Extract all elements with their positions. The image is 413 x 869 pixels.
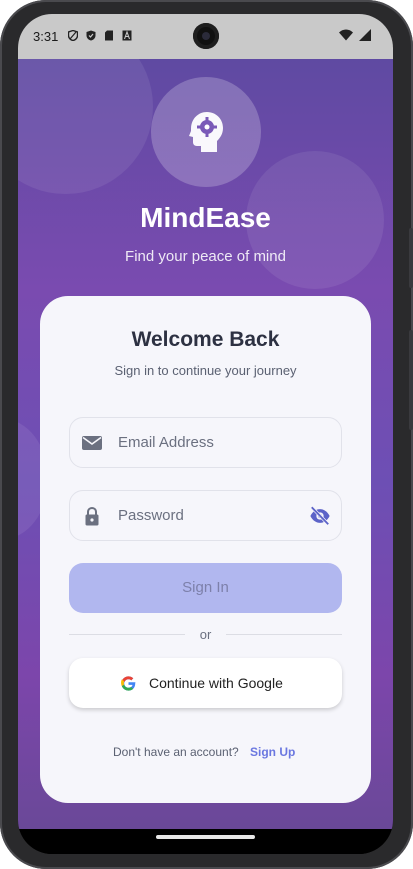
wifi-icon [339,29,353,41]
lock-icon [85,506,99,526]
screen: 3:31 MindEase Find your peace of mind We… [18,14,393,854]
signal-icon [359,29,371,41]
head-gear-icon [189,112,223,152]
navigation-bar [18,829,393,854]
shield-check-icon [86,30,96,41]
email-input[interactable] [118,434,298,451]
status-time: 3:31 [33,29,59,44]
login-card: Welcome Back Sign in to continue your jo… [40,296,371,803]
password-input[interactable] [118,507,298,524]
signup-prompt: Don't have an account? [113,745,239,759]
app-title: MindEase [140,202,271,233]
card-subtitle: Sign in to continue your journey [114,363,297,378]
status-system-icons [339,29,371,41]
volume-button [409,228,413,288]
front-camera [193,23,219,49]
password-field[interactable] [69,490,342,541]
google-sign-in-button[interactable]: Continue with Google [69,658,342,708]
shield-icon [68,30,78,41]
phone-frame: 3:31 MindEase Find your peace of mind We… [0,0,413,869]
home-gesture-handle[interactable] [156,835,255,839]
google-button-label: Continue with Google [149,675,283,691]
sign-up-link[interactable]: Sign Up [250,745,295,759]
sign-in-button[interactable]: Sign In [69,563,342,613]
eye-off-icon[interactable] [309,505,331,527]
font-icon [122,30,132,41]
google-icon [121,676,136,691]
app-logo [151,77,261,187]
status-notification-icons [68,30,132,41]
sd-card-icon [105,30,113,41]
card-title: Welcome Back [131,328,280,351]
status-bar: 3:31 [18,14,393,59]
email-field[interactable] [69,417,342,468]
mail-icon [82,436,102,450]
power-button [409,330,413,430]
decorative-bubble [18,59,153,194]
app-tagline: Find your peace of mind [125,248,286,265]
login-screen: MindEase Find your peace of mind Welcome… [18,59,393,829]
divider-right [226,634,342,635]
